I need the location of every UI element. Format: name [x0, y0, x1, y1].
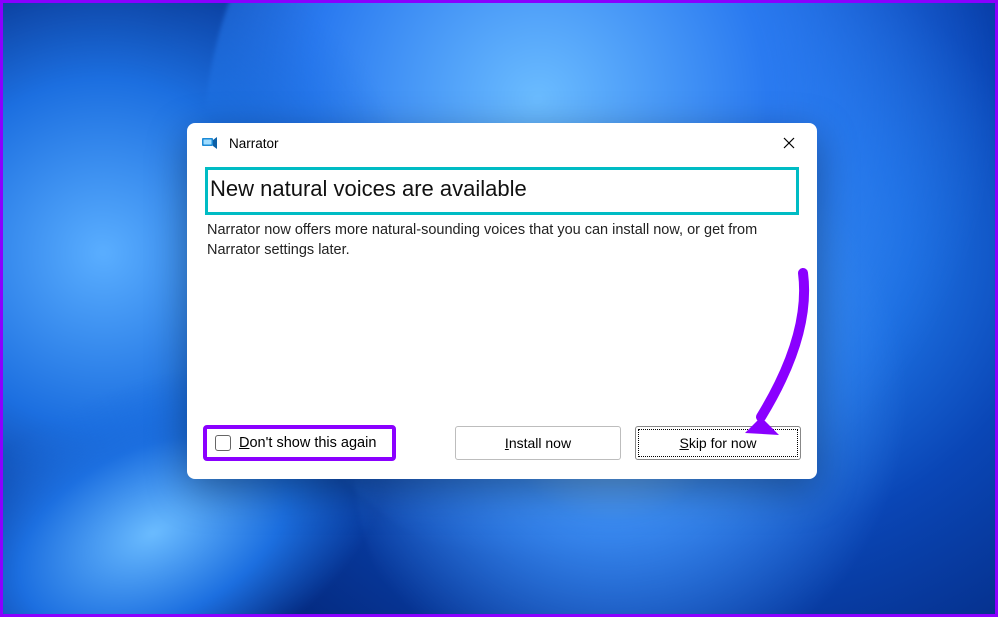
skip-for-now-button[interactable]: Skip for now — [635, 426, 801, 460]
dialog-description: Narrator now offers more natural-soundin… — [205, 221, 799, 260]
close-icon — [783, 137, 795, 149]
dialog-content: New natural voices are available Narrato… — [187, 163, 817, 425]
desktop-wallpaper: Narrator New natural voices are availabl… — [0, 0, 998, 617]
dialog-heading: New natural voices are available — [210, 176, 790, 202]
dont-show-checkbox[interactable] — [215, 435, 231, 451]
install-now-button[interactable]: Install now — [455, 426, 621, 460]
heading-highlight: New natural voices are available — [205, 167, 799, 215]
dont-show-highlight: Don't show this again — [203, 425, 396, 461]
narrator-icon — [201, 134, 219, 152]
titlebar: Narrator — [187, 123, 817, 163]
close-button[interactable] — [769, 128, 809, 158]
narrator-dialog: Narrator New natural voices are availabl… — [187, 123, 817, 479]
window-title: Narrator — [229, 136, 769, 151]
dialog-footer: Don't show this again Install now Skip f… — [187, 425, 817, 479]
dont-show-label[interactable]: Don't show this again — [239, 435, 376, 451]
